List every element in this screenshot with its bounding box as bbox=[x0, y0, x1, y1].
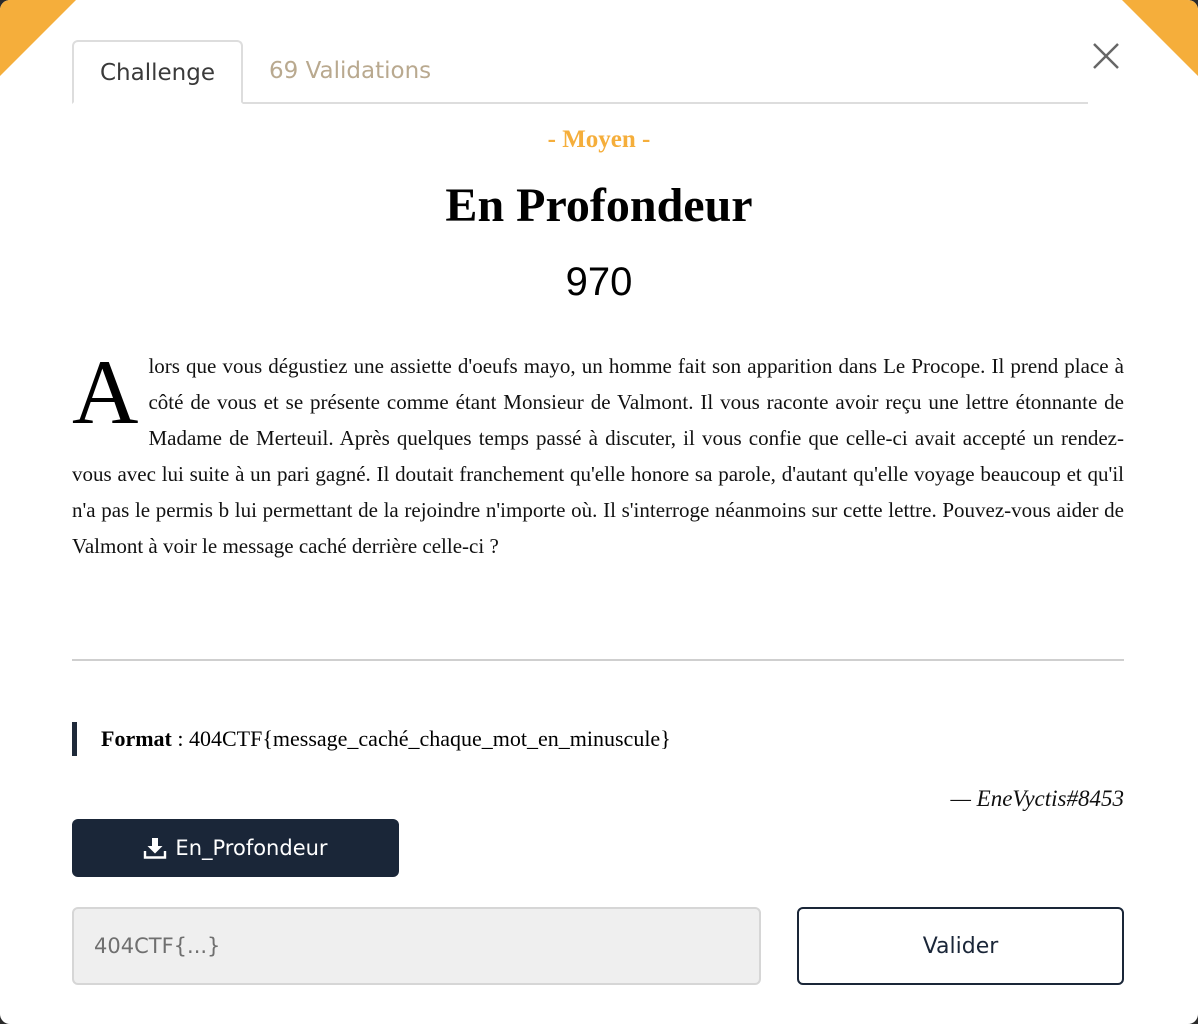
format-label: Format bbox=[101, 726, 172, 751]
divider bbox=[72, 659, 1124, 661]
close-icon bbox=[1093, 43, 1119, 69]
download-button[interactable]: En_Profondeur bbox=[72, 819, 399, 877]
submit-button[interactable]: Valider bbox=[797, 907, 1124, 985]
tab-validations[interactable]: 69 Validations bbox=[243, 40, 457, 102]
tab-bar: Challenge 69 Validations bbox=[72, 38, 1088, 104]
format-separator: : bbox=[171, 726, 189, 751]
challenge-title: En Profondeur bbox=[445, 179, 753, 232]
challenge-modal: Challenge 69 Validations - Moyen - En Pr… bbox=[0, 0, 1198, 1024]
close-button[interactable] bbox=[1088, 38, 1124, 74]
description-text: lors que vous dégustiez une assiette d'o… bbox=[72, 354, 1124, 558]
download-icon bbox=[144, 838, 167, 859]
format-value: 404CTF{message_caché_chaque_mot_en_minus… bbox=[188, 726, 671, 751]
tab-challenge[interactable]: Challenge bbox=[72, 40, 243, 104]
format-blockquote: Format : 404CTF{message_caché_chaque_mot… bbox=[72, 722, 671, 756]
challenge-description: Alors que vous dégustiez une assiette d'… bbox=[72, 341, 1124, 564]
challenge-author: — EneVyctis#8453 bbox=[950, 786, 1124, 811]
description-dropcap: A bbox=[72, 341, 139, 443]
download-label: En_Profondeur bbox=[175, 836, 328, 860]
challenge-points: 970 bbox=[565, 260, 633, 304]
difficulty-label: - Moyen - bbox=[547, 126, 651, 153]
corner-ribbon-right bbox=[1122, 0, 1198, 76]
flag-input[interactable] bbox=[72, 907, 761, 985]
corner-ribbon-left bbox=[0, 0, 76, 76]
